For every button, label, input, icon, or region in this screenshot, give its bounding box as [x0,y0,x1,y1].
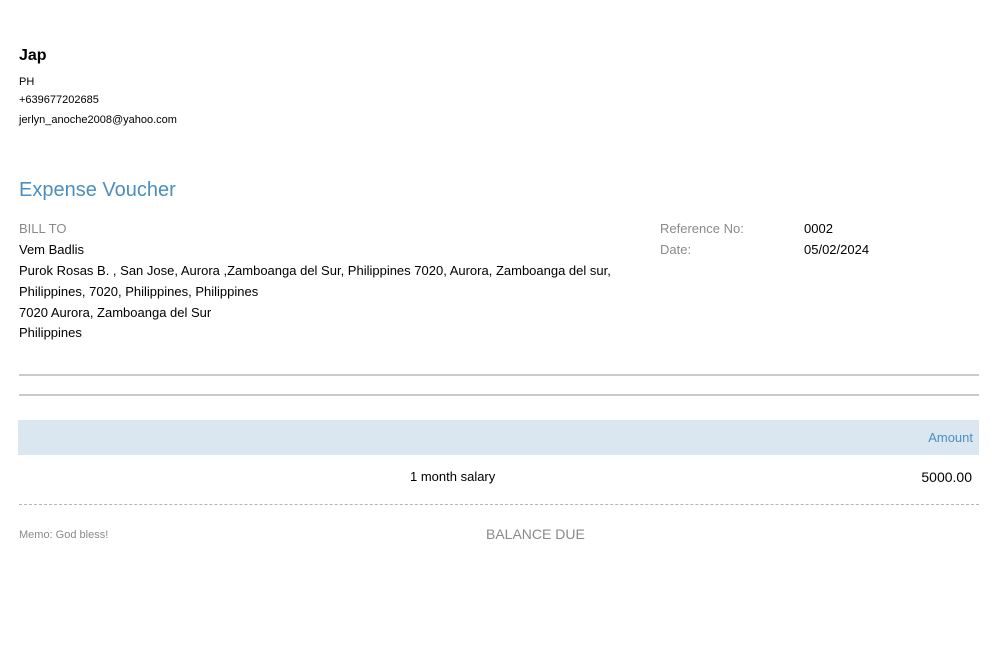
divider [19,394,979,396]
company-name: Jap [19,47,47,64]
balance-due-label: BALANCE DUE [486,526,585,542]
date-label: Date: [660,242,692,257]
dashed-divider [19,504,979,505]
bill-to-address-line: Philippines, 7020, Philippines, Philippi… [19,284,259,299]
date-value: 05/02/2024 [804,242,870,257]
bill-to-label: BILL TO [19,221,67,236]
divider [19,374,979,376]
row-amount: 5000.00 [921,469,972,485]
row-description: 1 month salary [410,469,496,484]
reference-value: 0002 [804,221,833,236]
company-country: PH [19,76,35,88]
bill-to-address-line: Philippines [19,325,82,340]
amount-column-header: Amount [928,430,973,445]
document-title: Expense Voucher [19,179,176,201]
table-header: Amount [18,420,979,455]
bill-to-address-line: Purok Rosas B. , San Jose, Aurora ,Zambo… [19,263,611,278]
company-email: jerlyn_anoche2008@yahoo.com [19,114,177,126]
bill-to-address-line: 7020 Aurora, Zamboanga del Sur [19,305,212,320]
memo: Memo: God bless! [19,529,109,541]
reference-label: Reference No: [660,221,744,236]
company-phone: +639677202685 [19,94,99,106]
bill-to-name: Vem Badlis [19,242,85,257]
